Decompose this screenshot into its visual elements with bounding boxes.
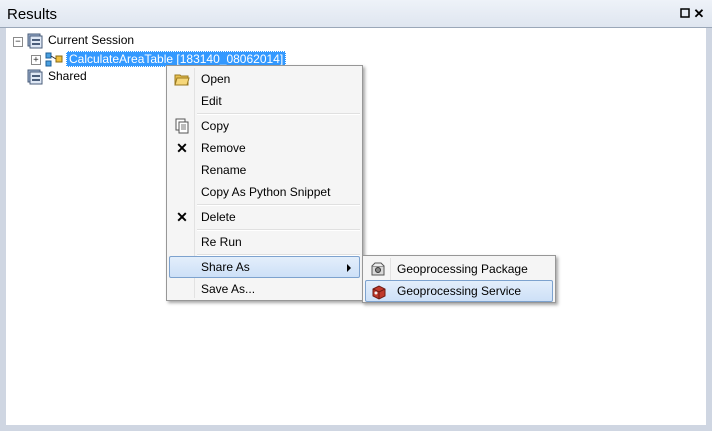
menu-item-copy[interactable]: Copy [169,115,360,137]
menu-label-copy: Copy [201,119,230,133]
restore-icon[interactable] [678,7,692,21]
tool-model-icon [45,51,63,70]
window-title: Results [7,6,58,23]
copy-icon [174,118,190,134]
menu-item-rename[interactable]: Rename [169,159,360,181]
menu-item-geoprocessing-service[interactable]: Geoprocessing Service [365,280,553,302]
menu-label-copy-python: Copy As Python Snippet [201,185,331,199]
shared-icon [27,69,43,88]
menu-label-save-as: Save As... [201,282,256,296]
delete-icon: ✕ [176,209,188,225]
menu-item-geoprocessing-package[interactable]: Geoprocessing Package [365,258,553,280]
session-icon [27,33,43,52]
expand-icon[interactable]: + [31,55,41,65]
menu-label-rename: Rename [201,163,247,177]
menu-label-share-as: Share As [201,260,250,274]
menu-item-copy-python-snippet[interactable]: Copy As Python Snippet [169,181,360,203]
close-icon[interactable]: ✕ [692,7,706,21]
share-as-submenu: Geoprocessing Package Geoprocessing Serv… [362,255,556,303]
menu-item-delete[interactable]: ✕ Delete [169,206,360,228]
geoprocessing-package-icon [370,261,386,277]
menu-label-remove: Remove [201,141,246,155]
menu-label-delete: Delete [201,210,236,224]
menu-label-edit: Edit [201,94,222,108]
menu-item-open[interactable]: Open [169,68,360,90]
window-titlebar[interactable]: Results ✕ [0,0,712,28]
menu-item-remove[interactable]: ✕ Remove [169,137,360,159]
menu-item-share-as[interactable]: Share As [169,256,360,278]
tree-item-shared[interactable]: Shared [48,69,87,83]
collapse-icon[interactable]: − [13,37,23,47]
menu-label-geoprocessing-package: Geoprocessing Package [397,262,528,276]
remove-icon: ✕ [176,140,188,156]
menu-label-rerun: Re Run [201,235,242,249]
open-folder-icon [174,71,190,87]
tree-item-current-session[interactable]: Current Session [48,33,134,47]
menu-item-save-as[interactable]: Save As... [169,278,360,300]
menu-item-rerun[interactable]: Re Run [169,231,360,253]
submenu-arrow-icon [347,264,351,272]
context-menu: Open Edit Copy ✕ Remove Rename Copy As P… [166,65,363,301]
geoprocessing-service-icon [371,284,387,300]
menu-item-edit[interactable]: Edit [169,90,360,112]
menu-label-geoprocessing-service: Geoprocessing Service [397,284,522,298]
menu-label-open: Open [201,72,231,86]
